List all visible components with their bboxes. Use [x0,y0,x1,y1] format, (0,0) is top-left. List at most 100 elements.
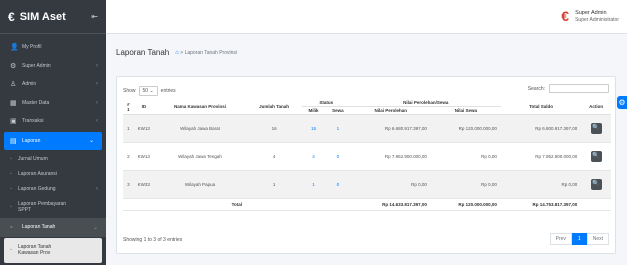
cell-nilai-sewa: Rp 0,00 [430,142,501,171]
chevron-down-icon: ⌄ [149,88,154,94]
sidebar-toggle-icon[interactable]: ⇤ [91,12,98,21]
footer-total: Rp 14.753.817.397,00 [500,198,582,211]
sidebar-subitem-label: Laporan Tanah Kawasan Prov [18,244,51,256]
view-button[interactable]: 🔍 [590,151,602,162]
column-header-name[interactable]: Nama Kawasan Provinsi [153,99,247,115]
cell-action: 🔍 [581,170,611,199]
search-input[interactable] [549,84,609,93]
show-label: Show [123,88,136,94]
column-header-id[interactable]: ID [133,99,154,115]
footer-perolehan: Rp 14.633.817.397,00 [350,198,431,211]
column-header-nilai: Nilai Perolehan/Sewa [350,99,501,107]
cell-milik-link[interactable]: 4 [302,142,326,171]
sidebar-item-admin[interactable]: ♙ Admin ‹ [0,75,106,94]
sidebar: € SIM Aset ⇤ 👤 My Profil ⚙ Super Admin ‹… [0,0,106,265]
topbar: € Super Admin Super Administrator [106,0,627,34]
cell-milik-link[interactable]: 15 [302,114,326,143]
column-header-status: Status [302,99,351,107]
column-header-milik[interactable]: Milik [302,106,326,115]
sidebar-item-label: Transaksi [22,118,44,125]
footer-nilai-sewa: Rp 120.000.000,00 [430,198,501,211]
sidebar-item-label: Laporan Tanah [22,224,56,231]
sort-icon: 1 [127,106,130,112]
user-menu[interactable]: € Super Admin Super Administrator [561,8,619,24]
user-name: Super Admin [575,9,607,16]
cell-name: Wilayah Jawa Barat [153,114,247,143]
sidebar-subitem-laporan-pembayaran-sppt[interactable]: ◦ Laporan Pembayaran SPPT [0,196,106,218]
sidebar-item-label: Admin [22,81,37,88]
sidebar-item-my-profil[interactable]: 👤 My Profil [0,38,106,57]
cell-perolehan: Rp 6.680.917.397,00 [350,114,431,143]
cell-jumlah: 4 [246,142,302,171]
cell-perolehan: Rp 0,00 [350,170,431,199]
next-button[interactable]: Next [586,233,609,245]
cell-milik-link[interactable]: 1 [302,170,326,199]
sidebar-item-laporan-tanah[interactable]: ◦ Laporan Tanah ⌄ [0,218,106,237]
footer-empty [581,198,611,211]
cell-name: Wilayah Papua [153,170,247,199]
report-card: Show 50 ⌄ entries Search: # 1 ID Nama Ka… [116,76,616,254]
search: Search: [528,84,609,93]
cell-perolehan: Rp 7.952.900.000,00 [350,142,431,171]
table-row: 3 KW33 Wilayah Papua 1 1 0 Rp 0,00 Rp 0,… [123,170,611,199]
sidebar-subitem-label-line2: Kawasan Prov [18,250,51,256]
gear-icon[interactable]: ⚙ [617,96,627,109]
sidebar-subitem-jurnal-umum[interactable]: ◦ Jurnal Umum [0,151,106,166]
sidebar-item-transaksi[interactable]: ▣ Transaksi ‹ [0,112,106,131]
chevron-left-icon: ‹ [96,118,98,125]
sidebar-subitem-laporan-tanah-kawasan-prov[interactable]: ◦ Laporan Tanah Kawasan Prov [4,237,102,263]
table-info: Showing 1 to 3 of 3 entries [123,237,183,243]
sidebar-item-laporan[interactable]: ▤ Laporan ⌄ [4,131,102,150]
sidebar-subitem-label-line2: SPPT [18,207,32,213]
cell-total: Rp 6.800.917.397,00 [500,114,582,143]
home-icon[interactable]: ⌂ [175,50,179,56]
sidebar-subitem-laporan-asuransi[interactable]: ◦ Laporan Asuransi [0,166,106,181]
view-button[interactable]: 🔍 [590,123,602,134]
cell-action: 🔍 [581,114,611,143]
cell-nilai-sewa: Rp 120.000.000,00 [430,114,501,143]
transaction-icon: ▣ [10,118,17,126]
prev-button[interactable]: Prev [549,233,572,245]
column-header-sewa[interactable]: Sewa [325,106,351,115]
sidebar-item-label: My Profil [22,44,42,51]
cell-sewa-link[interactable]: 0 [325,170,351,199]
cell-sewa-link[interactable]: 0 [325,142,351,171]
page-button-1[interactable]: 1 [571,233,587,245]
company-logo-icon: € [561,8,570,24]
column-header-jumlah[interactable]: Jumlah Tanah [246,99,302,115]
sidebar-item-label: Master Data [22,99,50,106]
database-icon: ▦ [10,99,17,107]
entries-select-value: 50 [142,88,149,94]
entries-label: entries [160,88,176,94]
entries-select[interactable]: 50 ⌄ [138,86,158,96]
cell-id: KW33 [133,170,154,199]
sidebar-subitem-label: Laporan Pembayaran SPPT [18,201,66,213]
sidebar-subitem-label: Laporan Gedung [18,185,56,192]
cell-no: 1 [123,114,134,143]
circle-icon: ◦ [10,204,12,210]
cell-total: Rp 7.952.900.000,00 [500,142,582,171]
chevron-left-icon: ‹ [96,99,98,106]
user-icon: 👤 [10,44,19,52]
cell-sewa-link[interactable]: 1 [325,114,351,143]
chevron-left-icon: ‹ [96,81,98,88]
chevron-left-icon: ‹ [96,62,98,69]
page-title: Laporan Tanah [116,48,170,57]
column-header-total[interactable]: Total Saldo [500,99,582,115]
chevron-down-icon: ⌄ [92,224,98,231]
sidebar-item-super-admin[interactable]: ⚙ Super Admin ‹ [0,57,106,76]
page-header: Laporan Tanah ⌂ > Laporan Tanah Provinsi [116,48,237,57]
column-header-no[interactable]: # 1 [123,99,134,115]
pagination: Prev 1 Next [549,233,609,245]
cell-no: 3 [123,170,134,199]
column-header-nilai-sewa[interactable]: Nilai Sewa [430,106,501,115]
sidebar-item-master-data[interactable]: ▦ Master Data ‹ [0,94,106,113]
sidebar-subitem-label: Jurnal Umum [18,155,48,162]
brand[interactable]: € SIM Aset ⇤ [0,0,106,34]
cell-jumlah: 1 [246,170,302,199]
sidebar-subitem-laporan-gedung[interactable]: ◦ Laporan Gedung ‹ [0,181,106,196]
table-row: 1 KW13 Wilayah Jawa Barat 16 15 1 Rp 6.6… [123,114,611,143]
column-header-perolehan[interactable]: Nilai Perolehan [350,106,431,115]
cell-id: KW13 [133,114,154,143]
view-button[interactable]: 🔍 [590,179,602,190]
